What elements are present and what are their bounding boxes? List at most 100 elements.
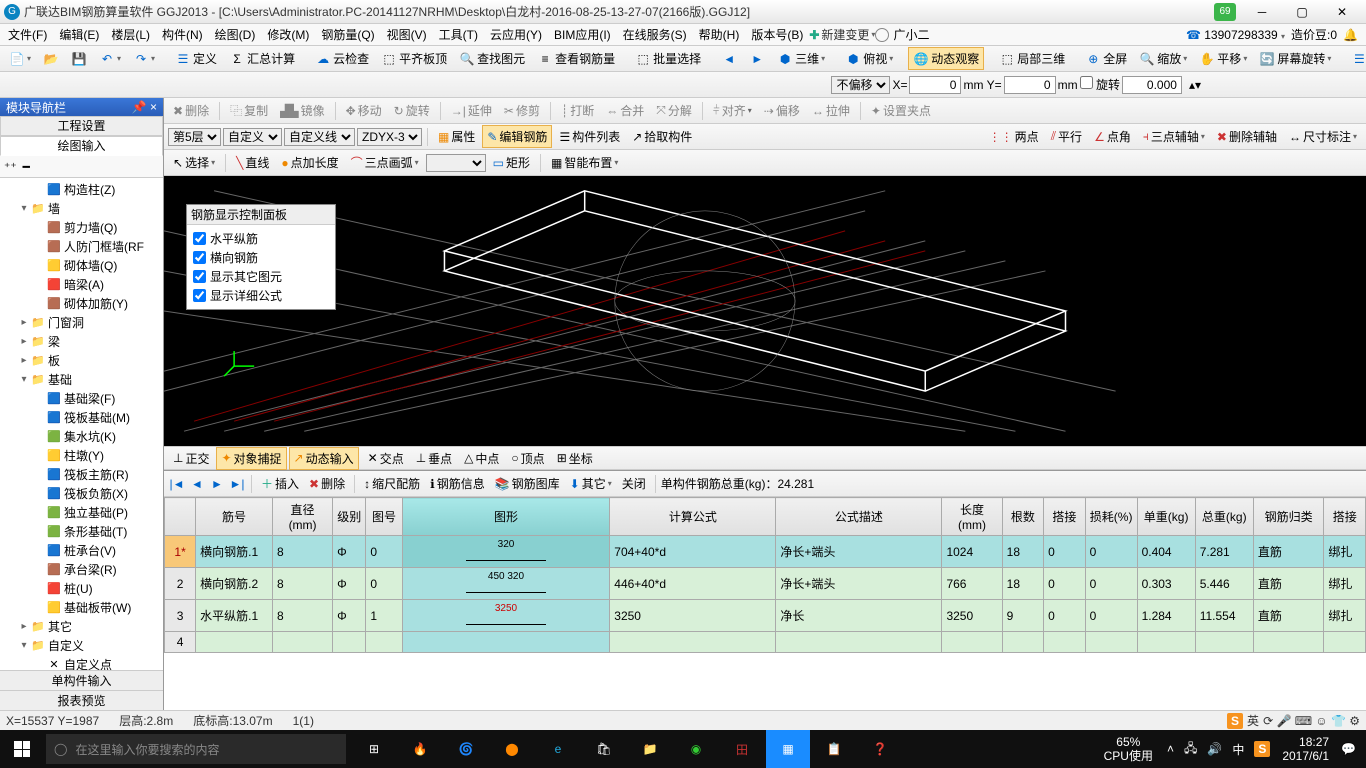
display-option[interactable]: 显示其它图元 [193,267,329,286]
col-header[interactable]: 计算公式 [610,498,776,536]
rebar-display-panel[interactable]: 钢筋显示控制面板 水平纵筋 横向钢筋 显示其它图元 显示详细公式 [186,204,336,310]
col-header[interactable]: 图号 [366,498,402,536]
y-input[interactable] [1004,76,1056,94]
break-btn[interactable]: ┊打断 [556,99,599,122]
col-header[interactable] [165,498,196,536]
delete-btn[interactable]: ✖删除 [168,99,214,122]
viewport[interactable] [164,176,1366,446]
dim-btn[interactable]: ↔尺寸标注▾ [1284,125,1362,148]
tree-item[interactable]: ▾📁自定义 [0,636,163,655]
pt-angle-btn[interactable]: ∠点角 [1089,125,1136,148]
col-header[interactable]: 损耗(%) [1085,498,1137,536]
expand-all-icon[interactable]: ⁺⁺ [4,160,17,174]
taskbar-app-8[interactable]: ❓ [858,730,902,768]
table-row[interactable]: 4 [165,632,1366,653]
ortho-btn[interactable]: ⊥正交 [168,447,214,470]
rebar-table[interactable]: 筋号直径(mm)级别图号图形计算公式公式描述长度(mm)根数搭接损耗(%)单重(… [164,497,1366,653]
sum-button[interactable]: Σ汇总计算 [224,47,300,70]
item-select[interactable]: ZDYX-3 [357,128,422,146]
local-3d-button[interactable]: ⬚局部三维 [994,47,1070,70]
tray-clock[interactable]: 18:272017/6/1 [1276,735,1335,764]
define-button[interactable]: ☰定义 [170,47,222,70]
rect-tool[interactable]: ▭矩形 [488,151,535,174]
fullscreen-button[interactable]: ⊕全屏 [1080,47,1132,70]
category-select[interactable]: 自定义 [223,128,282,146]
smart-layout-tool[interactable]: ▦智能布置▾ [546,151,623,174]
new-change-button[interactable]: ✚新建变更▾ [809,26,875,43]
select-tool[interactable]: ↖选择▾ [168,151,220,174]
rotate-check[interactable]: 旋转 [1080,76,1120,93]
tree-item[interactable]: 🟨基础板带(W) [0,598,163,617]
taskbar-app-3[interactable]: ⬤ [490,730,534,768]
minimize-button[interactable]: ─ [1242,2,1282,22]
find-element-button[interactable]: 🔍查找图元 [454,47,530,70]
scale-rebar-btn[interactable]: ↕缩尺配筋 [360,473,424,494]
tree-item[interactable]: 🟦筏板主筋(R) [0,465,163,484]
other-btn[interactable]: ⬇其它▾ [566,473,616,494]
menu-cloud[interactable]: 云应用(Y) [484,24,548,45]
taskbar-explorer[interactable]: 📁 [628,730,672,768]
col-header[interactable]: 总重(kg) [1195,498,1253,536]
tree-item[interactable]: ✕自定义点 [0,655,163,670]
taskbar-app-5[interactable]: 田 [720,730,764,768]
tree-item[interactable]: ▸📁梁 [0,332,163,351]
cloud-check-button[interactable]: ☁云检查 [310,47,374,70]
tree-item[interactable]: ▾📁墙 [0,199,163,218]
move-btn[interactable]: ✥移动 [341,99,387,122]
edit-rebar-btn[interactable]: ✎编辑钢筋 [482,125,552,148]
taskbar-search[interactable]: ◯ 在这里输入你要搜索的内容 [46,734,346,764]
table-row[interactable]: 2横向钢筋.28Φ0450 320446+40*d净长+端头76618000.3… [165,568,1366,600]
tree-item[interactable]: ▸📁门窗洞 [0,313,163,332]
ptlen-tool[interactable]: ●点加长度 [276,151,343,174]
rotate-btn[interactable]: ↻旋转 [389,99,435,122]
tab-draw-input[interactable]: 绘图输入 [0,136,163,156]
prev-btn[interactable]: ◄ [188,477,206,491]
tree-item[interactable]: 🟩条形基础(T) [0,522,163,541]
tray-sogou-icon[interactable]: S [1250,741,1274,757]
tree-item[interactable]: 🟦构造柱(Z) [0,180,163,199]
tree-item[interactable]: 🟦筏板负筋(X) [0,484,163,503]
menu-edit[interactable]: 编辑(E) [53,24,105,45]
taskbar-app-6[interactable]: ▦ [766,730,810,768]
tray-net-icon[interactable]: 🖧 [1180,739,1201,760]
panel-title[interactable]: 钢筋显示控制面板 [187,205,335,225]
offset-mode-select[interactable]: 不偏移 [831,76,890,94]
col-header[interactable]: 筋号 [196,498,273,536]
close-panel-btn[interactable]: 关闭 [618,473,650,494]
last-btn[interactable]: ►| [228,477,246,491]
tray-up-icon[interactable]: ˄ [1163,742,1178,756]
rotate-input[interactable] [1122,76,1182,94]
cpu-meter[interactable]: 65%CPU使用 [1096,735,1161,764]
tree-item[interactable]: 🟥暗梁(A) [0,275,163,294]
rebar-lib-btn[interactable]: 📚钢筋图库 [491,473,564,494]
new-file-button[interactable]: 📄▾ [4,48,36,70]
zoom-button[interactable]: 🔍缩放▾ [1134,47,1192,70]
tree-item[interactable]: 🟨柱墩(Y) [0,446,163,465]
menu-floor[interactable]: 楼层(L) [105,24,156,45]
table-row[interactable]: 1*横向钢筋.18Φ0320704+40*d净长+端头102418000.404… [165,536,1366,568]
component-list-btn[interactable]: ☰构件列表 [554,125,625,148]
copy-btn[interactable]: ⿻复制 [225,99,273,122]
objsnap-btn[interactable]: ✦对象捕捉 [216,447,286,470]
table-row[interactable]: 3水平纵筋.18Φ132503250净长32509001.28411.554直筋… [165,600,1366,632]
tree-item[interactable]: 🟦基础梁(F) [0,389,163,408]
phone-label[interactable]: ☎ 13907298339 ▾ [1186,28,1285,42]
dyninput-btn[interactable]: ↗动态输入 [289,447,359,470]
tree-item[interactable]: 🟩集水坑(K) [0,427,163,446]
insert-row-btn[interactable]: ＋插入 [257,473,303,494]
menu-rebar[interactable]: 钢筋量(Q) [315,24,380,45]
tab-single-input[interactable]: 单构件输入 [0,670,163,690]
taskview-icon[interactable]: ⊞ [352,730,396,768]
mid-btn[interactable]: △中点 [459,447,504,470]
coin-label[interactable]: 造价豆:0 [1291,26,1337,43]
first-btn[interactable]: |◄ [168,477,186,491]
top-btn[interactable]: ○顶点 [506,447,549,470]
col-header[interactable]: 长度(mm) [942,498,1002,536]
tree-item[interactable]: 🟫砌体加筋(Y) [0,294,163,313]
menu-modify[interactable]: 修改(M) [261,24,315,45]
menu-component[interactable]: 构件(N) [156,24,209,45]
menu-view[interactable]: 视图(V) [381,24,433,45]
align-btn[interactable]: ⫩对齐▾ [708,99,757,122]
ime-bar[interactable]: S 英 ⟳ 🎤 ⌨ ☺ 👕 ⚙ [1227,712,1360,729]
arc3-tool[interactable]: ⌒三点画弧▾ [346,151,424,174]
